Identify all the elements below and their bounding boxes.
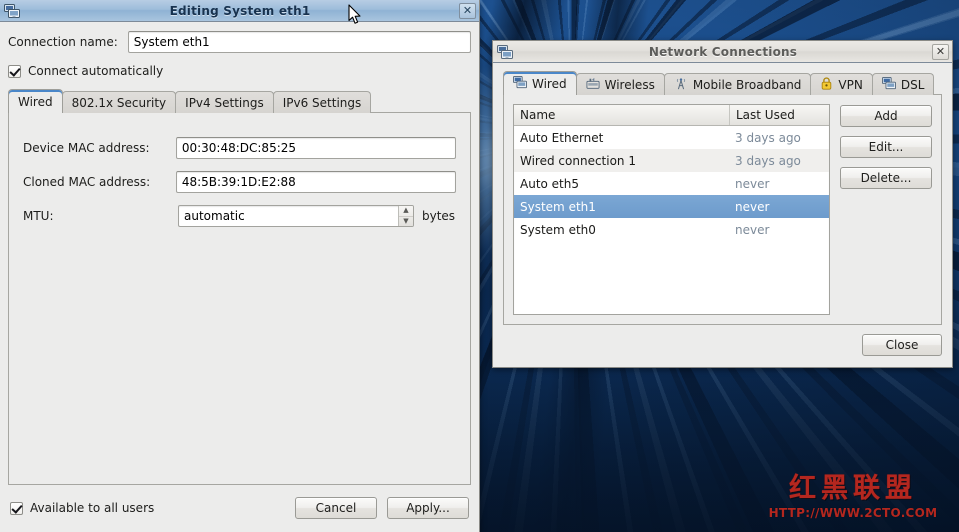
available-all-users-row[interactable]: Available to all users <box>10 501 295 515</box>
watermark-chinese-text: 红黑联盟 <box>789 473 917 504</box>
tab-wired[interactable]: Wired <box>503 71 577 95</box>
cell-last-used: never <box>735 222 770 237</box>
delete-button[interactable]: Delete... <box>840 167 932 189</box>
network-connections-window[interactable]: Network Connections ✕ Wired Wireless Mob… <box>492 40 953 368</box>
dsl-icon <box>881 76 896 93</box>
wired-settings-panel: Device MAC address: Cloned MAC address: … <box>8 112 471 485</box>
watermark-url-text: HTTP://WWW.2CTO.COM <box>768 506 938 520</box>
apply-button[interactable]: Apply... <box>387 497 469 519</box>
available-all-users-checkbox[interactable] <box>10 501 23 515</box>
edit-button[interactable]: Edit... <box>840 136 932 158</box>
column-header-last-used[interactable]: Last Used <box>729 105 829 125</box>
broadcast-tower-icon <box>674 77 688 93</box>
mtu-units-label: bytes <box>422 209 456 223</box>
network-connections-footer: Close <box>503 325 942 356</box>
table-row[interactable]: System eth0 never <box>514 218 829 241</box>
tab-wired[interactable]: Wired <box>8 89 63 113</box>
network-connections-titlebar[interactable]: Network Connections ✕ <box>493 41 952 63</box>
network-connection-icon <box>496 43 514 61</box>
cell-name: Auto eth5 <box>520 176 580 191</box>
mtu-value[interactable]: automatic <box>179 206 398 226</box>
tab-wireless-label: Wireless <box>604 77 655 92</box>
device-mac-row: Device MAC address: <box>23 137 456 159</box>
connection-name-input[interactable] <box>127 31 471 53</box>
table-row[interactable]: Wired connection 1 3 days ago <box>514 149 829 172</box>
tab-8021x-security[interactable]: 802.1x Security <box>61 91 177 113</box>
editing-connection-window[interactable]: Editing System eth1 ✕ Connection name: C… <box>0 0 480 532</box>
connection-name-row: Connection name: <box>8 31 471 53</box>
close-icon[interactable]: ✕ <box>459 2 476 19</box>
connection-name-label: Connection name: <box>8 35 118 49</box>
cell-name: System eth0 <box>520 222 596 237</box>
connect-automatically-row[interactable]: Connect automatically <box>8 64 471 78</box>
device-mac-input[interactable] <box>175 137 456 159</box>
wired-tab-panel: Name Last Used Auto Ethernet 3 days ago … <box>503 94 942 325</box>
cell-last-used: 3 days ago <box>735 153 801 168</box>
column-header-name[interactable]: Name <box>514 105 729 125</box>
cloned-mac-label: Cloned MAC address: <box>23 175 151 189</box>
tab-vpn[interactable]: VPN <box>810 73 873 95</box>
connect-automatically-checkbox[interactable] <box>8 64 21 78</box>
cloned-mac-input[interactable] <box>175 171 456 193</box>
tab-mobile-broadband-label: Mobile Broadband <box>692 77 802 92</box>
tab-ipv4-settings[interactable]: IPv4 Settings <box>175 91 274 113</box>
cell-name: Auto Ethernet <box>520 130 604 145</box>
tab-mobile-broadband[interactable]: Mobile Broadband <box>663 73 812 95</box>
cancel-button[interactable]: Cancel <box>295 497 377 519</box>
network-connections-title: Network Connections <box>648 44 798 59</box>
tab-wired-label: Wired <box>532 76 567 91</box>
cloned-mac-row: Cloned MAC address: <box>23 171 456 193</box>
wired-icon <box>513 75 527 92</box>
mtu-label: MTU: <box>23 209 54 223</box>
add-button[interactable]: Add <box>840 105 932 127</box>
table-row-selected[interactable]: System eth1 never <box>514 195 829 218</box>
spin-up-icon[interactable]: ▲ <box>399 206 413 216</box>
tab-ipv6-settings-label: IPv6 Settings <box>282 95 362 110</box>
mtu-spin-buttons[interactable]: ▲ ▼ <box>398 206 413 226</box>
lock-icon <box>820 76 833 93</box>
cell-name: Wired connection 1 <box>520 153 636 168</box>
connections-list[interactable]: Name Last Used Auto Ethernet 3 days ago … <box>513 104 830 315</box>
tab-wireless[interactable]: Wireless <box>575 73 665 95</box>
close-icon[interactable]: ✕ <box>932 43 949 60</box>
editing-title: Editing System eth1 <box>169 3 311 18</box>
table-row[interactable]: Auto eth5 never <box>514 172 829 195</box>
spin-down-icon[interactable]: ▼ <box>399 215 413 227</box>
mtu-spinner[interactable]: automatic ▲ ▼ <box>178 205 414 227</box>
tab-dsl[interactable]: DSL <box>871 73 935 95</box>
network-connection-icon <box>3 2 21 20</box>
editing-titlebar[interactable]: Editing System eth1 ✕ <box>0 0 479 22</box>
mtu-row: MTU: automatic ▲ ▼ bytes <box>23 205 456 227</box>
tab-dsl-label: DSL <box>900 77 925 92</box>
device-mac-label: Device MAC address: <box>23 141 150 155</box>
cell-name: System eth1 <box>520 199 596 214</box>
tab-wired-label: Wired <box>18 94 53 109</box>
cell-last-used: never <box>735 199 770 214</box>
table-row[interactable]: Auto Ethernet 3 days ago <box>514 126 829 149</box>
tab-ipv6-settings[interactable]: IPv6 Settings <box>272 91 372 113</box>
connections-list-header: Name Last Used <box>514 105 829 126</box>
network-connections-tabbar[interactable]: Wired Wireless Mobile Broadband VPN DSL <box>503 71 942 95</box>
cell-last-used: 3 days ago <box>735 130 801 145</box>
cell-last-used: never <box>735 176 770 191</box>
watermark: 红黑联盟 HTTP://WWW.2CTO.COM <box>755 472 951 530</box>
tab-8021x-security-label: 802.1x Security <box>71 95 167 110</box>
editing-footer: Available to all users Cancel Apply... <box>8 485 471 531</box>
close-button[interactable]: Close <box>862 334 942 356</box>
tab-ipv4-settings-label: IPv4 Settings <box>185 95 264 110</box>
available-all-users-label: Available to all users <box>30 501 155 515</box>
tab-vpn-label: VPN <box>838 77 863 92</box>
wireless-icon <box>586 77 600 93</box>
connect-automatically-label: Connect automatically <box>28 64 164 78</box>
editing-tabbar[interactable]: Wired 802.1x Security IPv4 Settings IPv6… <box>8 89 471 113</box>
connections-action-buttons: Add Edit... Delete... <box>840 104 932 315</box>
